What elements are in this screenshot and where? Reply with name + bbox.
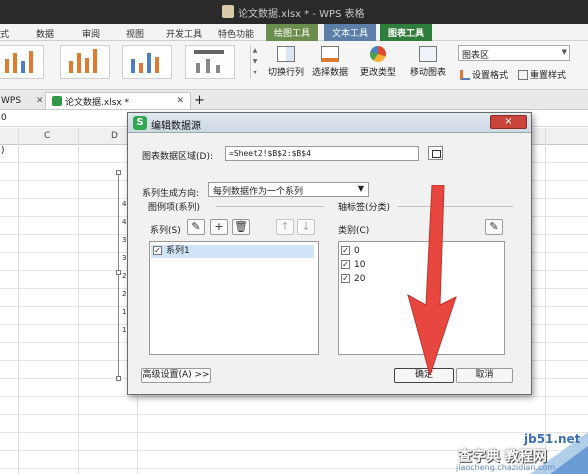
chart-tick-label: 3 — [122, 236, 127, 244]
chevron-down-icon: ▼ — [561, 48, 567, 56]
edit-category-button[interactable]: ✎ — [485, 219, 503, 235]
checkbox-checked[interactable]: ✓ — [153, 246, 162, 255]
switch-row-col-icon — [277, 46, 295, 62]
expand-icon[interactable]: ▾ — [251, 67, 259, 78]
chevron-down-icon: ▼ — [357, 184, 364, 193]
gallery-scrollbar[interactable]: ▲ ▼ ▾ — [250, 45, 259, 79]
close-icon[interactable]: ✕ — [176, 96, 184, 106]
change-type-button[interactable]: 更改类型 — [358, 44, 398, 88]
chevron-down-icon[interactable]: ▼ — [251, 56, 259, 67]
name-box[interactable]: 0 — [1, 113, 7, 123]
chart-tick-label: 2 — [122, 272, 127, 280]
list-item[interactable]: ✓ 系列1 — [151, 245, 314, 258]
chart-resize-handle[interactable] — [116, 376, 121, 381]
chart-style-thumb-4[interactable] — [185, 45, 235, 79]
pencil-icon: ✎ — [489, 220, 499, 233]
move-down-button[interactable]: ↓ — [297, 219, 315, 235]
close-icon[interactable]: ✕ — [36, 96, 44, 106]
category-label: 类别(C) — [338, 226, 370, 236]
plus-icon: + — [214, 220, 224, 233]
pencil-icon: ✎ — [191, 220, 201, 233]
trash-icon: 🗑 — [234, 220, 248, 233]
chevron-up-icon[interactable]: ▲ — [251, 45, 259, 56]
advanced-settings-button[interactable]: 高级设置(A) >> — [141, 368, 211, 383]
list-item[interactable]: ✓ 20 — [341, 273, 365, 286]
column-d-header[interactable]: D — [111, 131, 118, 141]
document-tabs: WPS ✕ 论文数据.xlsx * ✕ + — [0, 90, 588, 110]
tab-chart-tools[interactable]: 图表工具 — [380, 24, 432, 41]
set-format-button[interactable]: 设置格式 — [460, 68, 508, 81]
ribbon: ▲ ▼ ▾ 切换行列 选择数据 更改类型 移动图表 图表区 ▼ 设置格式 重置样… — [0, 41, 588, 90]
file-icon — [222, 5, 234, 18]
edit-series-button[interactable]: ✎ — [187, 219, 205, 235]
range-picker-button[interactable] — [428, 146, 443, 160]
cancel-button[interactable]: 取消 — [456, 368, 513, 383]
chart-tick-label: 3 — [122, 254, 127, 262]
select-data-icon — [321, 46, 339, 62]
arrow-down-icon: ↓ — [301, 220, 311, 233]
orientation-label: 系列生成方向: — [142, 189, 200, 199]
checkbox-checked[interactable]: ✓ — [341, 246, 350, 255]
new-tab-button[interactable]: + — [194, 92, 205, 109]
chart-style-thumb-2[interactable] — [60, 45, 110, 79]
close-button[interactable]: × — [490, 115, 527, 129]
legend-group-label: 图例项(系列) — [148, 203, 201, 213]
series-label: 系列(S) — [150, 226, 181, 236]
pie-chart-icon — [370, 46, 386, 62]
edit-data-source-dialog: S 编辑数据源 × 图表数据区域(D): =Sheet2!$B$2:$B$4 系… — [127, 112, 532, 395]
add-series-button[interactable]: + — [210, 219, 228, 235]
cell-text: ) — [1, 146, 5, 156]
chart-element-select[interactable]: 图表区 ▼ — [458, 45, 570, 61]
chart-style-thumb-3[interactable] — [122, 45, 172, 79]
arrow-up-icon: ↑ — [280, 220, 290, 233]
watermark-site: jb51.net — [524, 432, 581, 446]
tab-developer[interactable]: 开发工具 — [166, 27, 202, 40]
reset-icon — [518, 69, 528, 80]
tab-features[interactable]: 特色功能 — [218, 27, 254, 40]
tab-text-tools[interactable]: 文本工具 — [324, 24, 376, 41]
watermark-url: jiaocheng.chazidian.com — [456, 463, 556, 472]
list-item[interactable]: ✓ 10 — [341, 259, 365, 272]
chart-resize-handle[interactable] — [116, 270, 121, 275]
tab-view[interactable]: 视图 — [126, 27, 144, 40]
chart-tick-label: 2 — [122, 290, 127, 298]
move-chart-icon — [419, 46, 437, 62]
move-chart-button[interactable]: 移动图表 — [408, 44, 448, 88]
orientation-select[interactable]: 每列数据作为一个系列 ▼ — [208, 182, 369, 197]
chart-tick-label: 1 — [122, 308, 127, 316]
list-item[interactable]: ✓ 0 — [341, 245, 360, 258]
window-title: 论文数据.xlsx * - WPS 表格 — [238, 9, 365, 20]
tab-review[interactable]: 审阅 — [82, 27, 100, 40]
tab-format[interactable]: 式 — [0, 27, 9, 40]
chart-resize-handle[interactable] — [116, 170, 121, 175]
dialog-title: 编辑数据源 — [151, 121, 201, 132]
file-icon — [52, 96, 62, 106]
tab-drawing-tools[interactable]: 绘图工具 — [266, 24, 318, 41]
move-up-button[interactable]: ↑ — [276, 219, 294, 235]
red-arrow-annotation — [407, 185, 457, 375]
switch-row-col-button[interactable]: 切换行列 — [266, 44, 306, 88]
series-list[interactable]: ✓ 系列1 — [149, 241, 319, 355]
select-data-button[interactable]: 选择数据 — [310, 44, 350, 88]
chart-tick-label: 1 — [122, 326, 127, 334]
checkbox-checked[interactable]: ✓ — [341, 260, 350, 269]
chart-tick-label: 4 — [122, 218, 127, 226]
doctab-active[interactable]: 论文数据.xlsx * ✕ — [45, 92, 191, 109]
chart-style-thumb-1[interactable] — [0, 45, 44, 79]
wps-sheet-icon: S — [133, 116, 147, 130]
checkbox-checked[interactable]: ✓ — [341, 274, 350, 283]
axis-group-label: 轴标签(分类) — [338, 203, 391, 213]
range-input[interactable]: =Sheet2!$B$2:$B$4 — [225, 146, 419, 161]
doctab-wps[interactable]: WPS ✕ — [1, 92, 44, 109]
tab-data[interactable]: 数据 — [36, 27, 54, 40]
delete-series-button[interactable]: 🗑 — [232, 219, 250, 235]
column-c-header[interactable]: C — [44, 131, 50, 141]
format-icon — [460, 69, 470, 80]
reset-style-button[interactable]: 重置样式 — [518, 68, 566, 81]
range-label: 图表数据区域(D): — [142, 152, 213, 162]
window-titlebar: 论文数据.xlsx * - WPS 表格 — [0, 0, 588, 24]
dialog-titlebar[interactable]: S 编辑数据源 × — [128, 113, 531, 133]
chart-tick-label: 4 — [122, 200, 127, 208]
